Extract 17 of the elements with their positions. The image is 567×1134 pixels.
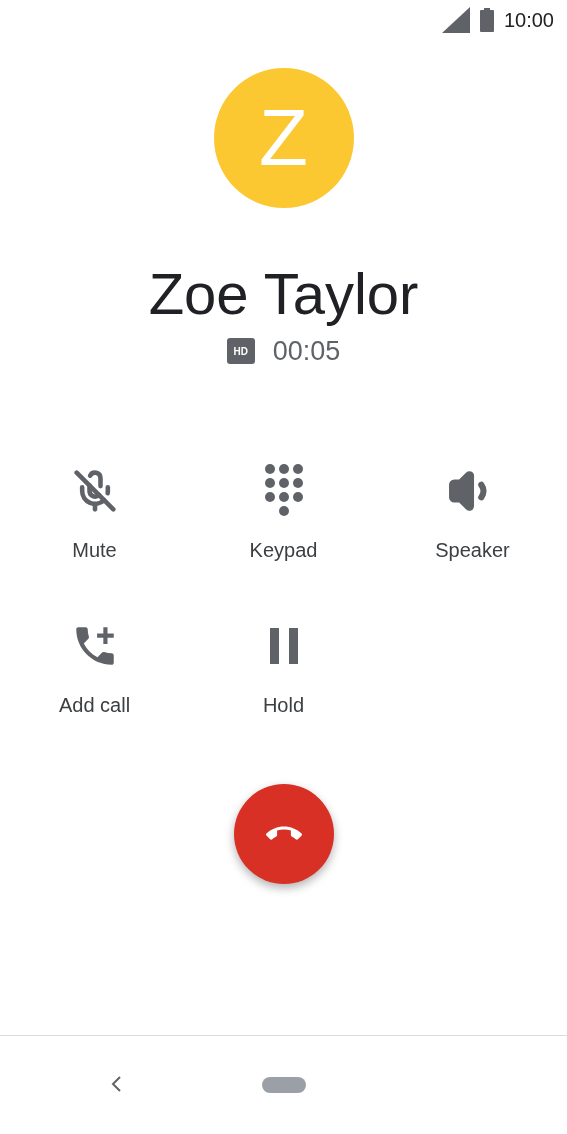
home-button[interactable] — [261, 1077, 306, 1093]
dialpad-icon — [263, 462, 304, 519]
action-label: Add call — [58, 693, 131, 717]
contact-name: Zoe Taylor — [148, 262, 419, 326]
signal-icon — [441, 7, 470, 33]
action-label: Keypad — [249, 538, 318, 562]
mic-off-icon — [72, 468, 117, 513]
avatar-initial: Z — [259, 98, 308, 178]
end-call-button[interactable] — [233, 783, 334, 884]
battery-icon — [479, 8, 494, 32]
action-label: Speaker — [435, 538, 510, 562]
clock-time: 10:00 — [503, 8, 554, 32]
action-label: Mute — [72, 538, 117, 562]
call-duration: 00:05 — [272, 335, 341, 367]
action-label: Hold — [262, 693, 305, 717]
pause-icon — [267, 627, 300, 664]
hd-badge: HD — [226, 338, 255, 365]
